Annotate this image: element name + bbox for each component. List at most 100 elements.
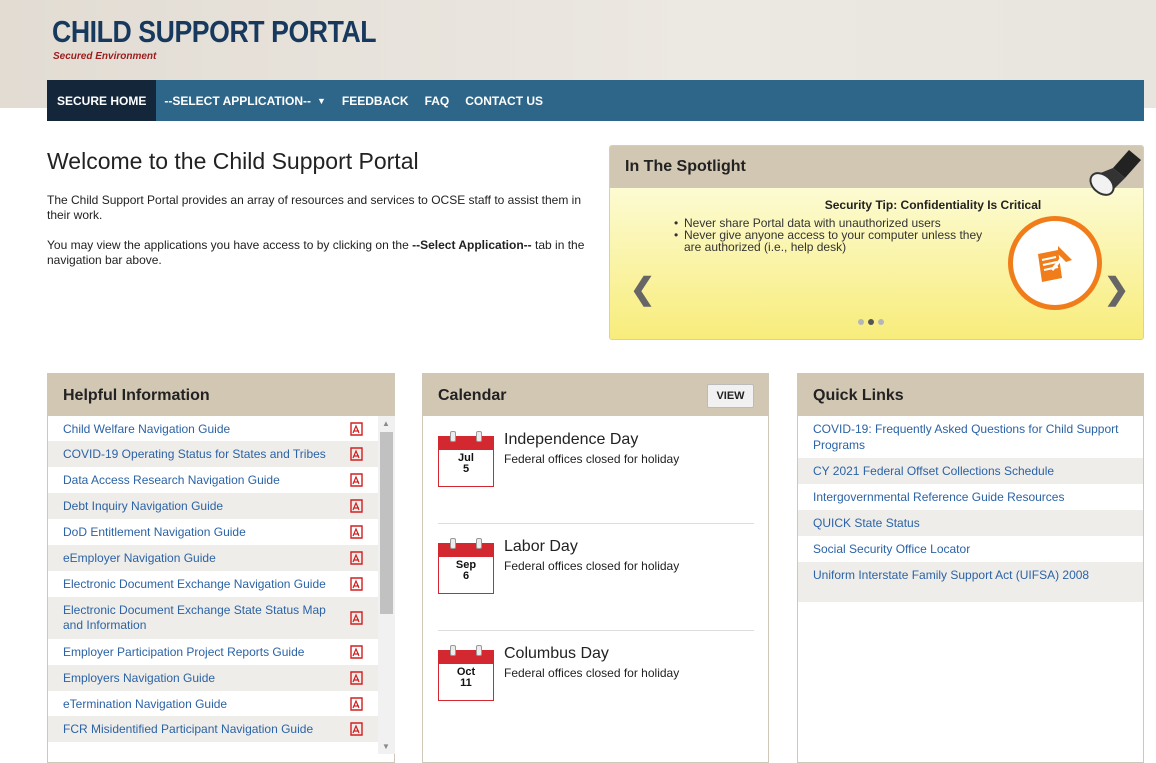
carousel-pagination <box>858 319 884 325</box>
nav-faq-label: FAQ <box>424 93 450 108</box>
calendar-date-icon: Oct 11 <box>438 645 494 701</box>
quick-links-heading: Quick Links <box>798 374 1143 416</box>
spotlight-heading: In The Spotlight <box>610 146 1143 188</box>
portal-logo-title: CHILD SUPPORT PORTAL <box>52 14 377 49</box>
list-item[interactable]: eTermination Navigation Guide <box>48 691 378 716</box>
pdf-icon <box>350 551 363 565</box>
list-item-label: Employers Navigation Guide <box>63 671 216 685</box>
calendar-ring <box>450 431 456 442</box>
calendar-ring <box>476 538 482 549</box>
list-item[interactable]: eEmployer Navigation Guide <box>48 545 378 571</box>
list-item-label: Employer Participation Project Reports G… <box>63 645 305 659</box>
event-day: 6 <box>462 570 470 582</box>
list-item[interactable]: Data Access Research Navigation Guide <box>48 467 378 493</box>
list-item[interactable]: Employers Navigation Guide <box>48 665 378 691</box>
helpful-information-list: Child Welfare Navigation Guide COVID-19 … <box>48 416 378 742</box>
event-description: Federal offices closed for holiday <box>504 559 680 573</box>
main-nav-bar: SECURE HOME --SELECT APPLICATION-- ▼ FEED… <box>47 80 1144 121</box>
calendar-panel: Calendar VIEW Jul 5 Independence Day Fede… <box>422 373 769 763</box>
helpful-information-heading: Helpful Information <box>48 374 394 416</box>
calendar-view-button[interactable]: VIEW <box>707 384 754 408</box>
pdf-icon <box>350 611 363 625</box>
list-item[interactable]: COVID-19 Operating Status for States and… <box>48 441 378 467</box>
pdf-icon <box>350 447 363 461</box>
list-item[interactable]: FCR Misidentified Participant Navigation… <box>48 716 378 742</box>
list-item[interactable]: Electronic Document Exchange State Statu… <box>48 597 378 639</box>
list-item[interactable]: Child Welfare Navigation Guide <box>48 416 378 441</box>
carousel-next-arrow-icon[interactable]: ❯ <box>1104 275 1129 305</box>
pdf-icon <box>350 671 363 685</box>
calendar-icon-top <box>438 543 494 557</box>
chevron-down-icon: ▼ <box>317 95 326 106</box>
scroll-up-arrow-icon[interactable]: ▲ <box>382 419 390 428</box>
list-item-label: Electronic Document Exchange Navigation … <box>63 577 326 591</box>
event-description: Federal offices closed for holiday <box>504 452 680 466</box>
list-item-label: DoD Entitlement Navigation Guide <box>63 525 246 539</box>
calendar-ring <box>476 431 482 442</box>
pdf-icon <box>350 645 363 659</box>
quick-link[interactable]: CY 2021 Federal Offset Collections Sched… <box>798 458 1143 484</box>
carousel-dot[interactable] <box>858 319 864 325</box>
calendar-icon-top <box>438 436 494 450</box>
spotlight-slide: Security Tip: Confidentiality Is Critica… <box>610 188 1143 339</box>
list-item[interactable]: DoD Entitlement Navigation Guide <box>48 519 378 545</box>
list-item-label: COVID-19 Operating Status for States and… <box>63 447 326 461</box>
nav-contact-us[interactable]: CONTACT US <box>457 80 551 121</box>
spotlight-tip-title: Security Tip: Confidentiality Is Critica… <box>824 198 1042 212</box>
nav-secure-home-label: SECURE HOME <box>57 93 147 108</box>
spotlight-lamp-icon <box>1089 150 1141 196</box>
quick-link[interactable]: Intergovernmental Reference Guide Resour… <box>798 484 1143 510</box>
list-item[interactable]: Employer Participation Project Reports G… <box>48 639 378 665</box>
spotlight-bullet-list: Never share Portal data with unauthorize… <box>672 217 1002 253</box>
event-day: 5 <box>462 463 470 475</box>
nav-feedback[interactable]: FEEDBACK <box>334 80 417 121</box>
welcome-intro-text: The Child Support Portal provides an arr… <box>47 193 582 222</box>
list-item-label: Data Access Research Navigation Guide <box>63 473 280 487</box>
document-pin-svg <box>1038 246 1072 282</box>
welcome-instructions-prefix: You may view the applications you have a… <box>47 238 413 252</box>
calendar-date-icon: Sep 6 <box>438 538 494 594</box>
quick-link[interactable]: QUICK State Status <box>798 510 1143 536</box>
pdf-icon <box>350 473 363 487</box>
event-description: Federal offices closed for holiday <box>504 666 680 680</box>
scroll-down-arrow-icon[interactable]: ▼ <box>382 742 390 751</box>
nav-secure-home[interactable]: SECURE HOME <box>47 80 157 121</box>
calendar-icon-date: Sep 6 <box>438 557 494 594</box>
nav-select-application[interactable]: --SELECT APPLICATION-- ▼ <box>156 80 334 121</box>
welcome-instructions-text: You may view the applications you have a… <box>47 238 587 268</box>
quick-link[interactable]: Social Security Office Locator <box>798 536 1143 562</box>
calendar-heading: Calendar <box>438 387 507 404</box>
spotlight-bullet: Never give anyone access to your compute… <box>672 229 1002 253</box>
helpful-information-panel: Helpful Information Child Welfare Naviga… <box>47 373 395 763</box>
helpful-information-scrollbar[interactable]: ▲ ▼ <box>378 416 395 754</box>
carousel-dot[interactable] <box>878 319 884 325</box>
event-divider <box>438 630 754 631</box>
event-title: Labor Day <box>504 538 578 555</box>
list-item[interactable]: Debt Inquiry Navigation Guide <box>48 493 378 519</box>
portal-logo-subtitle: Secured Environment <box>53 51 157 62</box>
nav-contact-us-label: CONTACT US <box>465 93 544 108</box>
list-item-label: Debt Inquiry Navigation Guide <box>63 499 224 513</box>
event-day: 11 <box>460 677 472 689</box>
quick-link[interactable]: COVID-19: Frequently Asked Questions for… <box>798 416 1143 458</box>
carousel-dot-active[interactable] <box>868 319 874 325</box>
event-divider <box>438 523 754 524</box>
quick-link[interactable]: Uniform Interstate Family Support Act (U… <box>798 562 1143 602</box>
list-item-label: FCR Misidentified Participant Navigation… <box>63 722 314 736</box>
spotlight-panel: In The Spotlight Security Tip: Confident… <box>609 145 1144 340</box>
calendar-date-icon: Jul 5 <box>438 431 494 487</box>
event-title: Columbus Day <box>504 645 609 662</box>
list-item-label: eTermination Navigation Guide <box>63 696 228 711</box>
list-item[interactable]: Electronic Document Exchange Navigation … <box>48 571 378 597</box>
scrollbar-thumb[interactable] <box>380 432 393 614</box>
carousel-prev-arrow-icon[interactable]: ❮ <box>630 275 655 305</box>
pdf-icon <box>350 722 363 736</box>
list-item-label: Child Welfare Navigation Guide <box>63 421 231 436</box>
calendar-icon-date: Oct 11 <box>438 664 494 701</box>
calendar-ring <box>450 538 456 549</box>
nav-faq[interactable]: FAQ <box>417 80 458 121</box>
event-title: Independence Day <box>504 431 639 448</box>
pdf-icon <box>350 577 363 591</box>
pdf-icon <box>350 499 363 513</box>
list-item-label: Electronic Document Exchange State Statu… <box>63 603 326 632</box>
